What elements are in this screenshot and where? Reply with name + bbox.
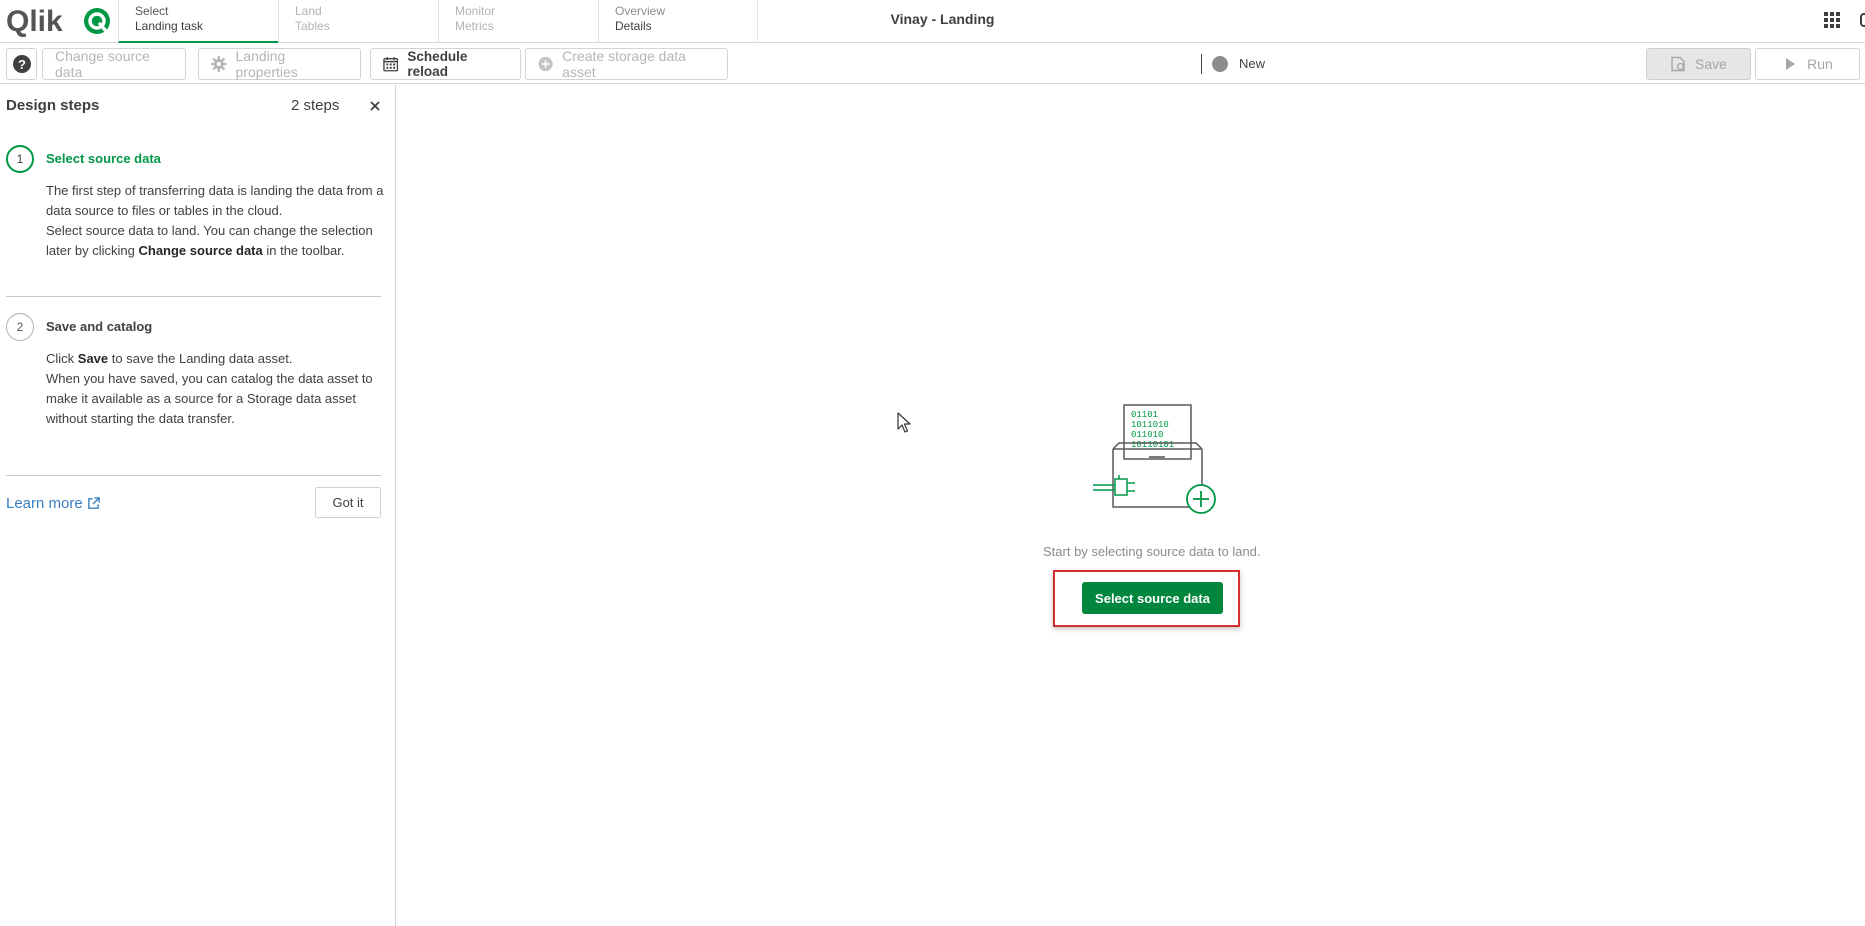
button-label: Change source data [55,48,150,80]
tab-label-top: Land [295,4,322,18]
toolbar: ? Change source data Landing properties [0,44,1865,84]
step-title: Save and catalog [46,319,153,334]
mouse-cursor-icon [897,412,911,433]
button-label: Schedule reload [407,49,468,79]
profile-icon[interactable] [1860,13,1865,27]
external-link-icon [87,497,100,509]
workflow-tabs: Select Landing task Land Tables Monitor … [118,0,758,43]
panel-title: Design steps [6,97,100,114]
button-label: Create storage data asset [562,48,686,80]
create-storage-data-asset-button[interactable]: Create storage data asset [525,48,728,80]
help-button[interactable]: ? [6,48,37,80]
connect-source-illustration-icon: 01101 1011010 011010 10110101 [1093,404,1216,514]
tab-label-bottom: Details [615,19,652,33]
tab-land-tables[interactable]: Land Tables [278,0,438,43]
step-description: Click Save to save the Landing data asse… [46,349,386,429]
button-label: Save [1695,56,1727,72]
status-divider [1201,54,1202,74]
top-navigation-bar: Qlik Select Landing task Land Tables Mon… [0,0,1865,43]
qlik-logo[interactable]: Qlik [6,3,110,39]
divider [6,475,381,476]
app-title: Vinay - Landing [890,11,995,27]
step-select-source-data: 1 Select source data The first step of t… [6,145,383,265]
landing-properties-button[interactable]: Landing properties [198,48,361,80]
bold-fragment: Change source data [138,243,263,258]
step-paragraph: Select source data to land. You can chan… [46,221,386,261]
got-it-button[interactable]: Got it [315,487,381,518]
status-label: New [1239,56,1266,71]
step-paragraph: Click Save to save the Landing data asse… [46,349,386,369]
app-grid-icon[interactable] [1824,12,1840,28]
svg-text:?: ? [18,57,26,72]
run-button[interactable]: Run [1755,48,1860,80]
step-paragraph: When you have saved, you can catalog the… [46,371,373,426]
binary-line: 1011010 [1131,420,1169,430]
help-icon: ? [12,55,31,73]
binary-line: 011010 [1131,430,1163,440]
play-icon [1786,58,1796,70]
tab-label-bottom: Tables [295,19,330,33]
tab-select-landing-task[interactable]: Select Landing task [118,0,278,43]
hint-text: Start by selecting source data to land. [1043,544,1261,559]
text-fragment: in the toolbar. [262,243,345,258]
select-source-data-button[interactable]: Select source data [1082,582,1223,614]
text-fragment: to save the Landing data asset. [108,351,293,366]
text-fragment: Click [46,351,78,366]
tab-label-top: Monitor [455,4,496,18]
bold-fragment: Save [77,351,109,366]
binary-line: 01101 [1131,410,1158,420]
calendar-icon [383,57,399,72]
tab-label-bottom: Landing task [135,19,204,33]
step-number: 2 [6,313,34,341]
tab-label-bottom: Metrics [455,19,494,33]
main-canvas: 01101 1011010 011010 10110101 Start by s… [397,85,1865,926]
step-title: Select source data [46,151,161,166]
save-button[interactable]: Save [1646,48,1751,80]
step-number: 1 [6,145,34,173]
qlik-logo-text: Qlik [6,5,63,38]
save-icon [1671,56,1685,72]
change-source-data-button[interactable]: Change source data [42,48,186,80]
schedule-reload-button[interactable]: Schedule reload [370,48,521,80]
close-icon[interactable] [367,98,383,114]
step-description: The first step of transferring data is l… [46,181,386,261]
plus-circle-icon [538,56,553,72]
gear-icon [211,56,227,72]
learn-more-link[interactable]: Learn more [6,495,100,512]
tab-monitor-metrics[interactable]: Monitor Metrics [438,0,598,43]
button-label: Landing properties [235,48,298,80]
status-indicator-icon [1212,56,1228,72]
step-paragraph: The first step of transferring data is l… [46,183,384,218]
button-label: Run [1807,56,1833,72]
steps-count: 2 steps [291,97,340,114]
step-save-and-catalog: 2 Save and catalog Click Save to save th… [6,313,381,433]
design-steps-panel: Design steps 2 steps 1 Select source dat… [0,85,396,926]
divider [6,296,381,297]
tab-label-top: Overview [615,4,666,18]
tab-overview-details[interactable]: Overview Details [598,0,758,43]
link-label: Learn more [6,495,83,512]
tab-label-top: Select [135,4,169,18]
